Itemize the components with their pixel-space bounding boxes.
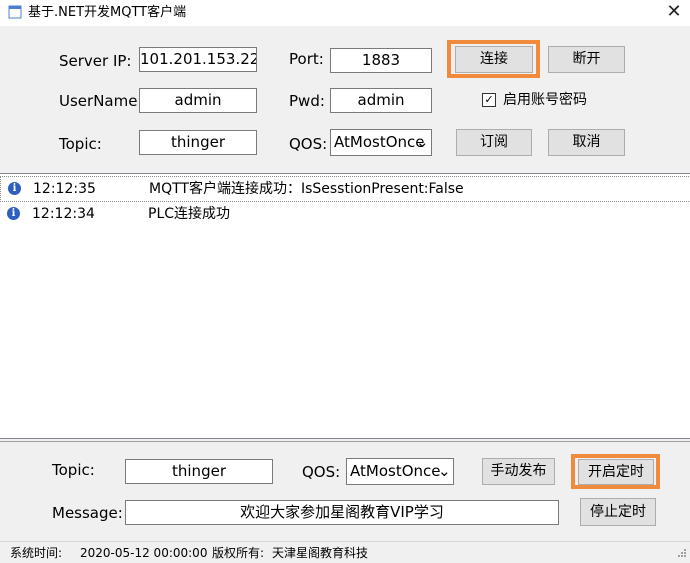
status-copyright-label: 版权所有: [212,546,265,560]
port-label: Port: [289,50,324,68]
username-input[interactable]: admin [139,88,257,113]
divider [0,441,690,442]
publish-topic-input[interactable]: thinger [125,459,273,484]
manual-publish-button-label: 手动发布 [490,463,547,479]
log-message: MQTT客户端连接成功：IsSesstionPresent:False [149,181,464,197]
status-bar: 系统时间: 2020-05-12 00:00:00 版权所有: 天津星阁教育科技 [0,541,690,563]
start-timer-button-label: 开启定时 [588,464,644,480]
use-auth-checkbox[interactable]: ✓ [482,93,496,107]
manual-publish-button[interactable]: 手动发布 [482,458,555,485]
qos-label: QOS: [289,135,328,153]
stop-timer-button-label: 停止定时 [590,504,646,520]
chevron-down-icon: ⌄ [416,133,429,151]
subscribe-button[interactable]: 订阅 [456,129,532,156]
log-row[interactable]: i 12:12:35 MQTT客户端连接成功：IsSesstionPresent… [0,176,690,202]
status-copyright-value: 天津星阁教育科技 [272,546,369,560]
resize-grip-icon[interactable] [675,548,687,560]
info-icon: i [8,182,21,195]
connect-button-label: 连接 [480,51,508,67]
qos-select-value: AtMostOnce [334,133,425,151]
pwd-label: Pwd: [289,92,325,110]
stop-timer-button[interactable]: 停止定时 [580,498,656,526]
cancel-button-label: 取消 [572,134,601,150]
log-time: 12:12:35 [33,181,96,197]
qos-select[interactable]: AtMostOnce ⌄ [330,129,432,156]
topic-label: Topic: [59,135,102,153]
publish-topic-label: Topic: [52,461,95,479]
topic-input[interactable]: thinger [139,130,257,155]
close-icon[interactable]: ✕ [662,1,686,23]
status-time-label: 系统时间: [10,546,63,560]
message-input[interactable]: 欢迎大家参加星阁教育VIP学习 [125,500,559,525]
log-list[interactable]: i 12:12:35 MQTT客户端连接成功：IsSesstionPresent… [0,173,690,439]
publish-qos-label: QOS: [302,463,341,481]
status-time-value: 2020-05-12 00:00:00 [80,546,208,560]
info-icon: i [7,207,20,220]
disconnect-button-label: 断开 [572,51,601,67]
start-timer-button[interactable]: 开启定时 [578,459,654,485]
server-ip-input[interactable]: 101.201.153.224 [139,47,257,72]
server-ip-label: Server IP: [59,52,132,70]
log-message: PLC连接成功 [148,206,231,222]
disconnect-button[interactable]: 断开 [548,46,625,73]
log-row[interactable]: i 12:12:34 PLC连接成功 [0,202,689,226]
subscribe-button-label: 订阅 [480,134,508,150]
chevron-down-icon: ⌄ [438,462,451,480]
use-auth-label: 启用账号密码 [503,92,587,108]
port-input[interactable]: 1883 [330,48,432,73]
log-time: 12:12:34 [32,206,95,222]
cancel-button[interactable]: 取消 [548,129,625,156]
app-icon [8,5,22,19]
username-label: UserName: [59,92,143,110]
publish-qos-select[interactable]: AtMostOnce ⌄ [346,458,454,485]
window-title: 基于.NET开发MQTT客户端 [28,5,187,20]
message-label: Message: [52,504,123,522]
pwd-input[interactable]: admin [330,88,432,113]
connect-button[interactable]: 连接 [455,46,533,73]
publish-qos-select-value: AtMostOnce [350,462,441,480]
